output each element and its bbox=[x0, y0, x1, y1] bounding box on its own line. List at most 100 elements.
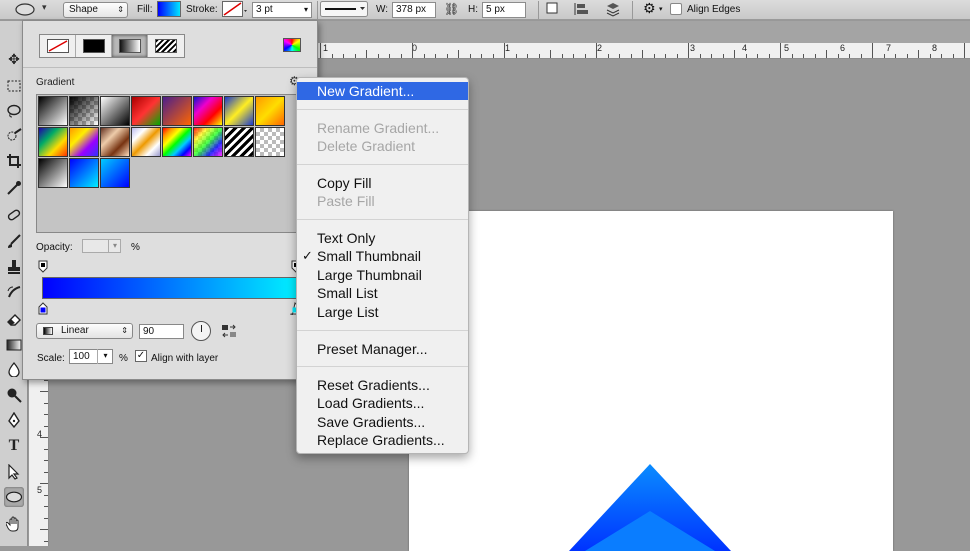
menu-item-large-thumbnail[interactable]: Large Thumbnail bbox=[297, 266, 468, 284]
gradient-preset[interactable] bbox=[100, 127, 130, 157]
ruler-tick bbox=[492, 54, 494, 58]
gradient-preset[interactable] bbox=[193, 127, 223, 157]
gradient-preset[interactable] bbox=[255, 96, 285, 126]
ruler-tick bbox=[872, 43, 873, 58]
blur-icon[interactable] bbox=[4, 359, 24, 379]
menu-item-label: Small List bbox=[317, 285, 378, 301]
angle-dial-icon[interactable] bbox=[191, 321, 211, 341]
gradient-preset[interactable] bbox=[38, 158, 68, 188]
history-brush-icon[interactable] bbox=[4, 283, 24, 303]
dodge-icon[interactable] bbox=[4, 385, 24, 405]
gradient-preset[interactable] bbox=[69, 158, 99, 188]
menu-item-small-thumbnail[interactable]: ✓ Small Thumbnail bbox=[297, 247, 468, 265]
path-alignment-icon[interactable] bbox=[574, 2, 590, 16]
color-stop-icon[interactable] bbox=[38, 302, 48, 315]
marquee-icon[interactable] bbox=[4, 76, 24, 96]
menu-item-text-only[interactable]: Text Only bbox=[297, 229, 468, 247]
gradient-button[interactable] bbox=[112, 35, 148, 57]
stamp-icon[interactable] bbox=[4, 257, 24, 277]
ellipse-icon[interactable] bbox=[4, 487, 24, 507]
height-field[interactable]: 5 px bbox=[482, 2, 526, 18]
gradient-preset[interactable] bbox=[224, 127, 254, 157]
menu-item-label: Delete Gradient bbox=[317, 138, 416, 154]
ruler-tick bbox=[849, 54, 850, 58]
pen-icon[interactable] bbox=[4, 410, 24, 430]
gradient-preset[interactable] bbox=[193, 96, 223, 126]
gradient-icon[interactable] bbox=[4, 335, 24, 355]
gradient-preset[interactable] bbox=[38, 127, 68, 157]
no-color-button[interactable] bbox=[40, 35, 76, 57]
ruler-tick bbox=[446, 54, 448, 58]
menu-item-save-gradients[interactable]: Save Gradients... bbox=[297, 413, 468, 431]
angle-field[interactable]: 90 bbox=[139, 324, 184, 339]
reverse-gradient-icon[interactable] bbox=[221, 324, 237, 338]
gradient-preset[interactable] bbox=[162, 96, 192, 126]
gradient-preset[interactable] bbox=[224, 96, 254, 126]
eyedropper-icon[interactable] bbox=[4, 178, 24, 198]
ruler-number: 2 bbox=[597, 43, 603, 53]
align-with-layer-checkbox[interactable]: ✓ bbox=[135, 350, 147, 362]
menu-item-label: Paste Fill bbox=[317, 193, 375, 209]
solid-color-button[interactable] bbox=[76, 35, 112, 57]
menu-item-reset-gradients[interactable]: Reset Gradients... bbox=[297, 376, 468, 394]
ruler-tick bbox=[40, 391, 48, 392]
stroke-width-value: 3 pt bbox=[256, 4, 273, 15]
link-icon[interactable]: ⛓ bbox=[444, 2, 459, 18]
menu-item-rename-gradient: Rename Gradient... bbox=[297, 119, 468, 137]
gradient-preset[interactable] bbox=[69, 96, 99, 126]
align-edges-checkbox[interactable] bbox=[670, 3, 682, 15]
eraser-icon[interactable] bbox=[4, 309, 24, 329]
gear-icon[interactable]: ⚙ bbox=[643, 0, 656, 16]
chevron-down-icon[interactable]: ▾ bbox=[659, 5, 663, 21]
fill-swatch[interactable] bbox=[157, 1, 181, 17]
menu-item-large-list[interactable]: Large List bbox=[297, 303, 468, 321]
path-operations-icon[interactable] bbox=[546, 2, 560, 16]
ellipse-tool-icon[interactable] bbox=[14, 3, 36, 16]
tool-mode-select[interactable]: Shape ⇕ bbox=[63, 2, 128, 18]
gradient-preset[interactable] bbox=[162, 127, 192, 157]
menu-item-label: New Gradient... bbox=[317, 83, 415, 99]
stroke-type-select[interactable] bbox=[320, 1, 368, 17]
quick-select-icon[interactable] bbox=[4, 126, 24, 146]
pattern-button[interactable] bbox=[148, 35, 184, 57]
type-icon[interactable]: T bbox=[4, 436, 24, 456]
hand-icon[interactable] bbox=[4, 514, 24, 534]
ruler-tick bbox=[320, 43, 321, 58]
gradient-preset[interactable] bbox=[69, 127, 99, 157]
path-select-icon[interactable] bbox=[4, 462, 24, 482]
move-icon[interactable]: ✥ bbox=[4, 49, 24, 69]
lasso-icon[interactable] bbox=[4, 101, 24, 121]
gradient-type-select[interactable]: Linear ⇕ bbox=[36, 323, 133, 339]
pattern-icon bbox=[155, 39, 177, 53]
chevron-down-icon[interactable]: ▾ bbox=[97, 349, 113, 364]
chevron-down-icon[interactable]: ▾ bbox=[108, 239, 121, 253]
document-canvas[interactable] bbox=[409, 211, 893, 551]
menu-separator bbox=[297, 109, 468, 110]
gradient-preset[interactable] bbox=[131, 96, 161, 126]
tool-preset-caret-icon[interactable]: ▾ bbox=[42, 2, 47, 18]
color-picker-icon[interactable] bbox=[283, 38, 301, 52]
menu-item-load-gradients[interactable]: Load Gradients... bbox=[297, 394, 468, 412]
gradient-preset[interactable] bbox=[131, 127, 161, 157]
menu-item-replace-gradients[interactable]: Replace Gradients... bbox=[297, 431, 468, 449]
menu-item-preset-manager[interactable]: Preset Manager... bbox=[297, 340, 468, 358]
chevron-shape[interactable] bbox=[409, 211, 893, 551]
path-arrangement-icon[interactable] bbox=[604, 1, 622, 17]
stroke-width-field[interactable]: 3 pt ▾ bbox=[252, 2, 312, 18]
align-edges-label: Align Edges bbox=[687, 4, 741, 15]
stroke-swatch[interactable] bbox=[222, 1, 248, 17]
width-field[interactable]: 378 px bbox=[392, 2, 436, 18]
menu-item-copy-fill[interactable]: Copy Fill bbox=[297, 174, 468, 192]
opacity-stop-icon[interactable] bbox=[38, 260, 48, 273]
gradient-preview-bar[interactable] bbox=[42, 277, 300, 299]
menu-item-small-list[interactable]: Small List bbox=[297, 284, 468, 302]
crop-icon[interactable] bbox=[4, 151, 24, 171]
gradient-preset[interactable] bbox=[38, 96, 68, 126]
menu-item-new-gradient[interactable]: New Gradient... bbox=[297, 82, 468, 100]
gradient-preset[interactable] bbox=[100, 158, 130, 188]
gradient-preset[interactable] bbox=[255, 127, 285, 157]
healing-icon[interactable] bbox=[4, 205, 24, 225]
gradient-preset[interactable] bbox=[100, 96, 130, 126]
ruler-tick bbox=[366, 50, 367, 58]
brush-icon[interactable] bbox=[4, 231, 24, 251]
